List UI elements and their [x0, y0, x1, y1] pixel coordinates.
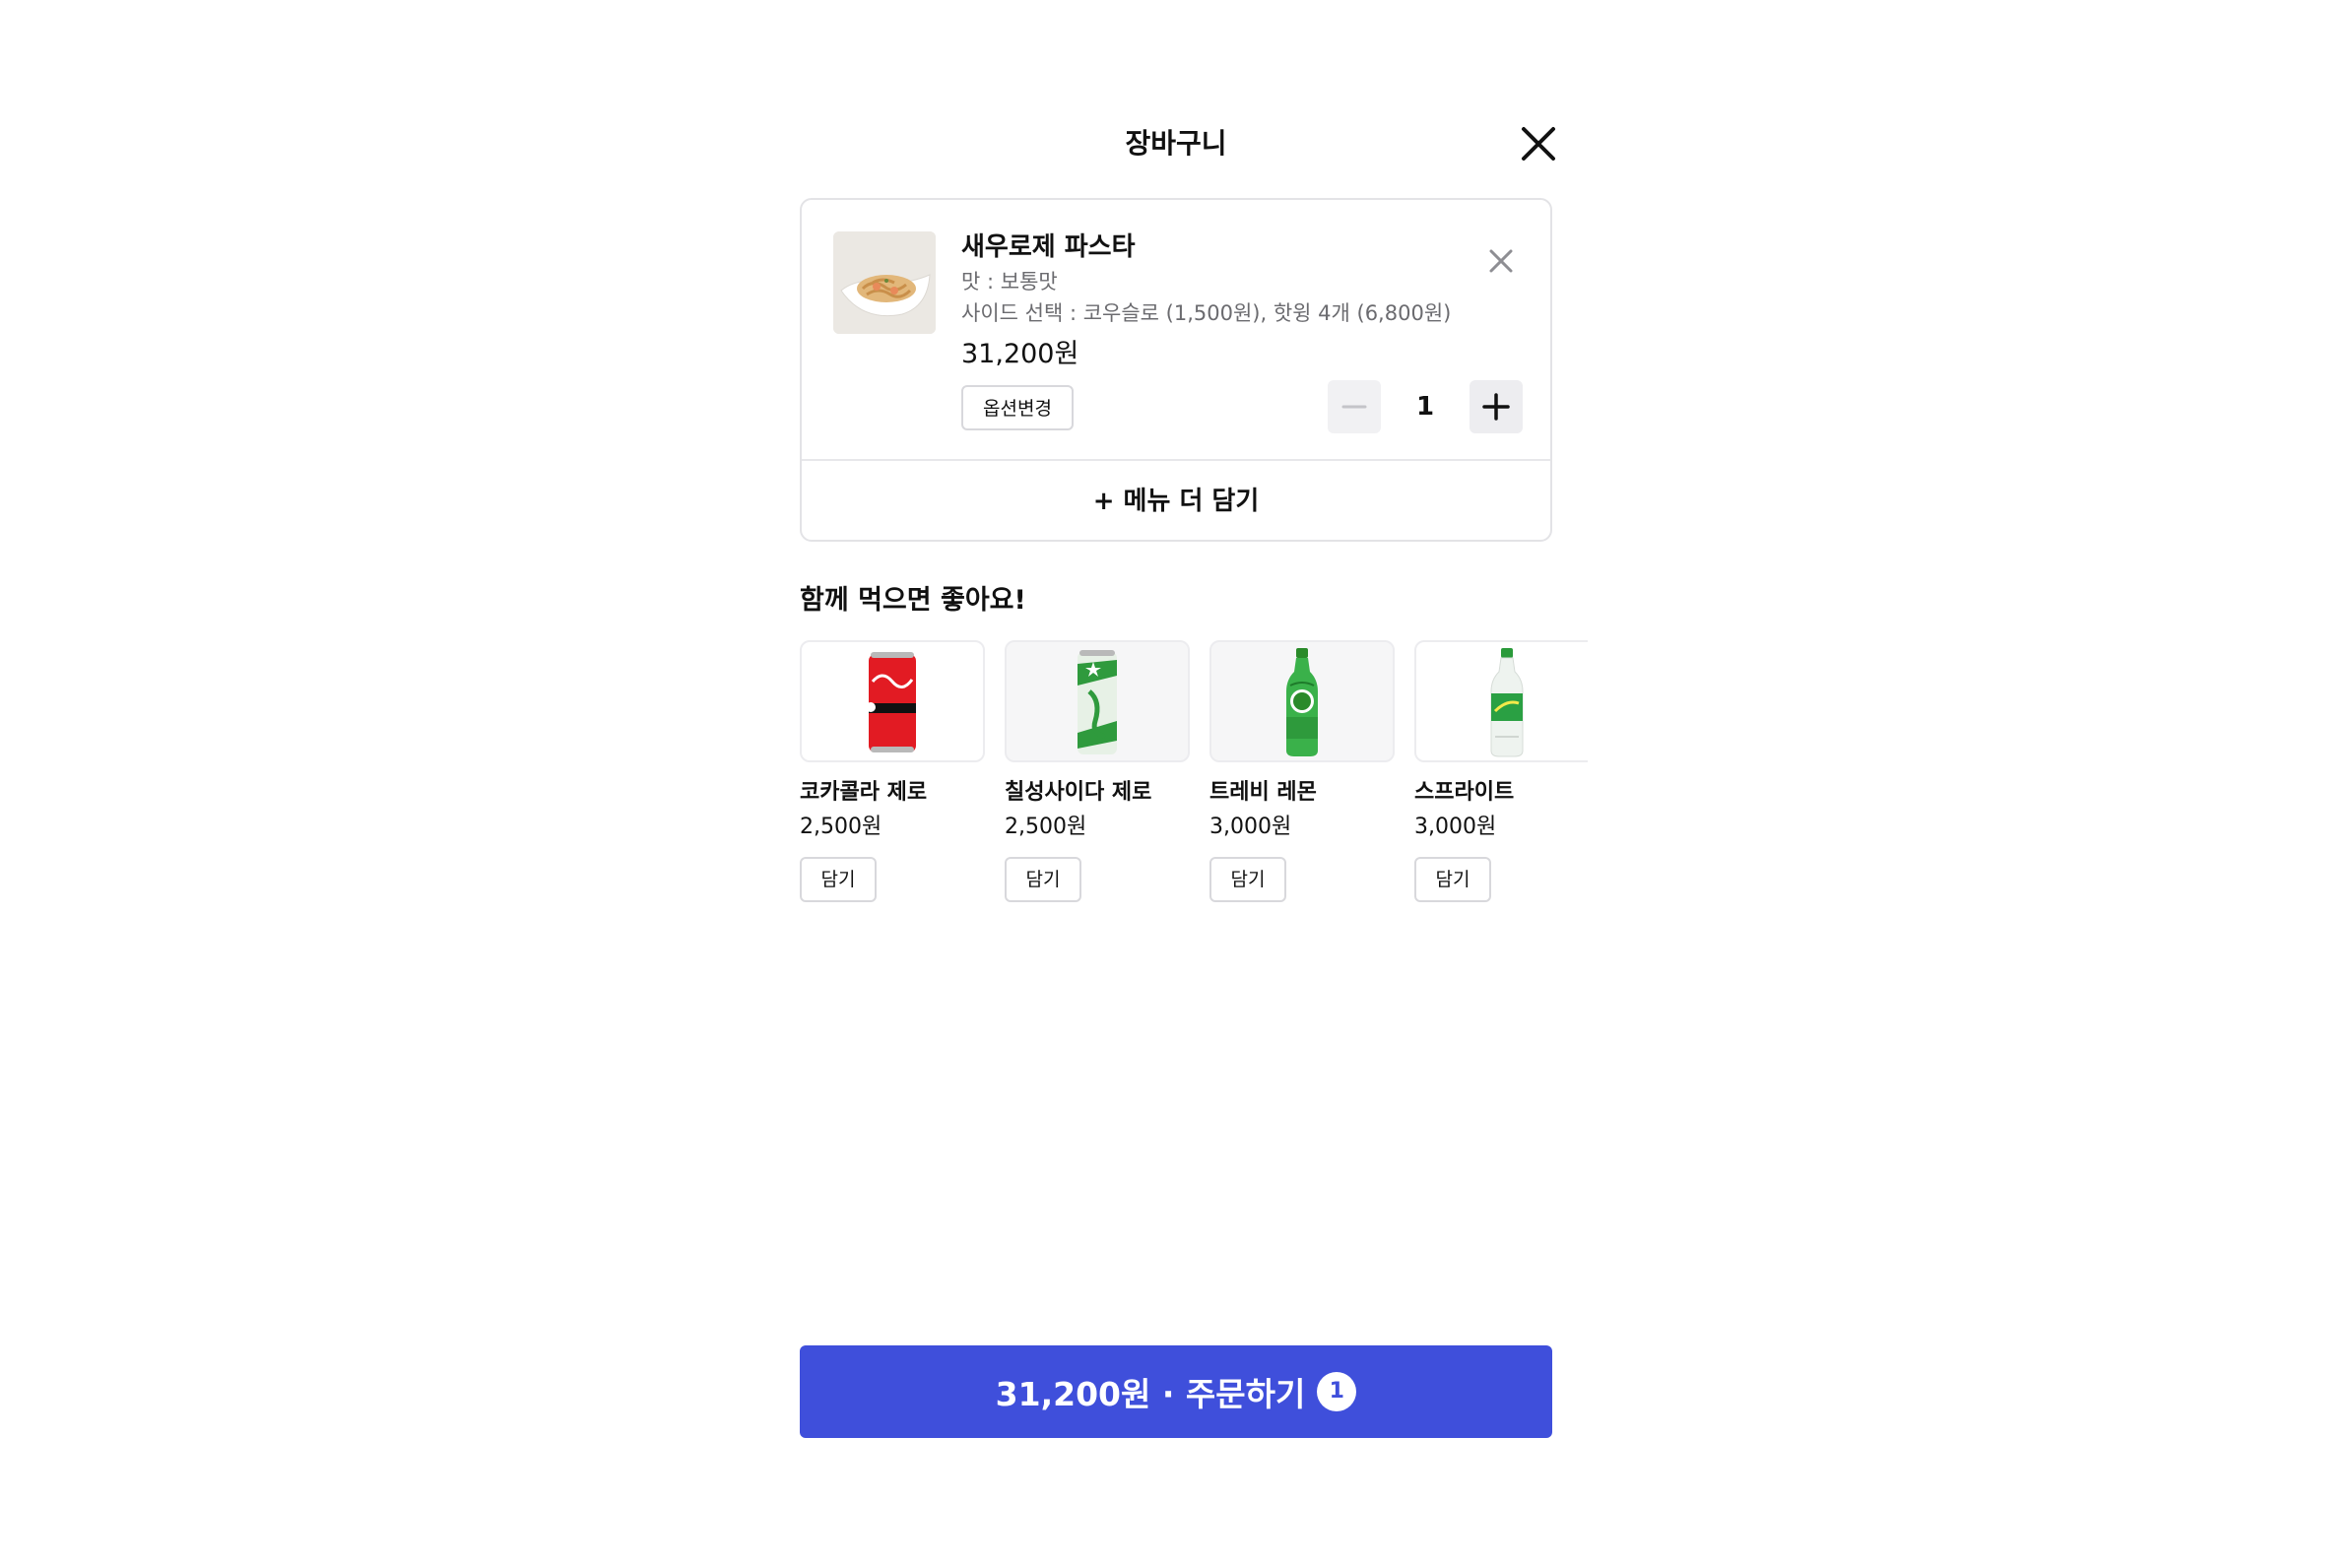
add-more-menu-button[interactable]: + 메뉴 더 담기 [802, 461, 1550, 540]
recommend-item[interactable]: 스프라이트 3,000원 담기 [1414, 638, 1588, 904]
recommend-item[interactable]: 트레비 레몬 3,000원 담기 [1209, 638, 1395, 904]
cart-item-name: 새우로제 파스타 [961, 232, 1136, 262]
sprite-bottle-image [1414, 640, 1588, 762]
remove-item-button[interactable] [1481, 241, 1521, 281]
minus-icon [1341, 405, 1367, 409]
chilsung-cider-can-image [1005, 640, 1190, 762]
recommend-item-price: 3,000원 [1414, 815, 1497, 839]
add-to-cart-button[interactable]: 담기 [800, 857, 877, 902]
recommend-item-name: 코카콜라 제로 [800, 780, 928, 805]
coca-cola-can-image [800, 640, 985, 762]
add-to-cart-button[interactable]: 담기 [1209, 857, 1286, 902]
recommend-item-price: 2,500원 [1005, 815, 1087, 839]
recommend-item-name: 스프라이트 [1414, 780, 1515, 805]
recommend-item-name: 트레비 레몬 [1209, 780, 1317, 805]
pasta-dish-image [833, 231, 936, 334]
cart-item-price: 31,200원 [961, 339, 1079, 369]
quantity-value: 1 [1415, 392, 1435, 422]
recommend-item[interactable]: 칠성사이다 제로 2,500원 담기 [1005, 638, 1190, 904]
order-button-label: 31,200원 · 주문하기 [995, 1375, 1306, 1413]
order-button[interactable]: 31,200원 · 주문하기 1 [800, 1345, 1552, 1438]
recommend-item-name: 칠성사이다 제로 [1005, 780, 1152, 805]
recommend-item-price: 2,500원 [800, 815, 882, 839]
plus-icon [1482, 393, 1510, 421]
order-count-badge: 1 [1317, 1372, 1357, 1411]
cart-item-option: 사이드 선택 : 코우슬로 (1,500원), 핫윙 4개 (6,800원) [961, 301, 1452, 325]
recommend-section-title: 함께 먹으면 좋아요! [800, 585, 1026, 616]
add-to-cart-button[interactable]: 담기 [1005, 857, 1081, 902]
page-title: 장바구니 [1125, 127, 1227, 160]
recommend-list[interactable]: 코카콜라 제로 2,500원 담기 칠성사이다 제로 2,500원 담기 트레비… [800, 638, 1588, 914]
recommend-item[interactable]: 코카콜라 제로 2,500원 담기 [800, 638, 985, 904]
quantity-increase-button[interactable] [1470, 380, 1523, 433]
option-change-button[interactable]: 옵션변경 [961, 385, 1074, 430]
quantity-decrease-button[interactable] [1328, 380, 1381, 433]
recommend-item-price: 3,000원 [1209, 815, 1292, 839]
trevi-bottle-image [1209, 640, 1395, 762]
cart-item-option: 맛 : 보통맛 [961, 270, 1058, 294]
close-icon [1489, 249, 1513, 273]
close-button[interactable] [1514, 119, 1563, 168]
close-icon [1522, 127, 1555, 161]
cart-card: 새우로제 파스타 맛 : 보통맛 사이드 선택 : 코우슬로 (1,500원),… [800, 198, 1552, 542]
add-to-cart-button[interactable]: 담기 [1414, 857, 1491, 902]
